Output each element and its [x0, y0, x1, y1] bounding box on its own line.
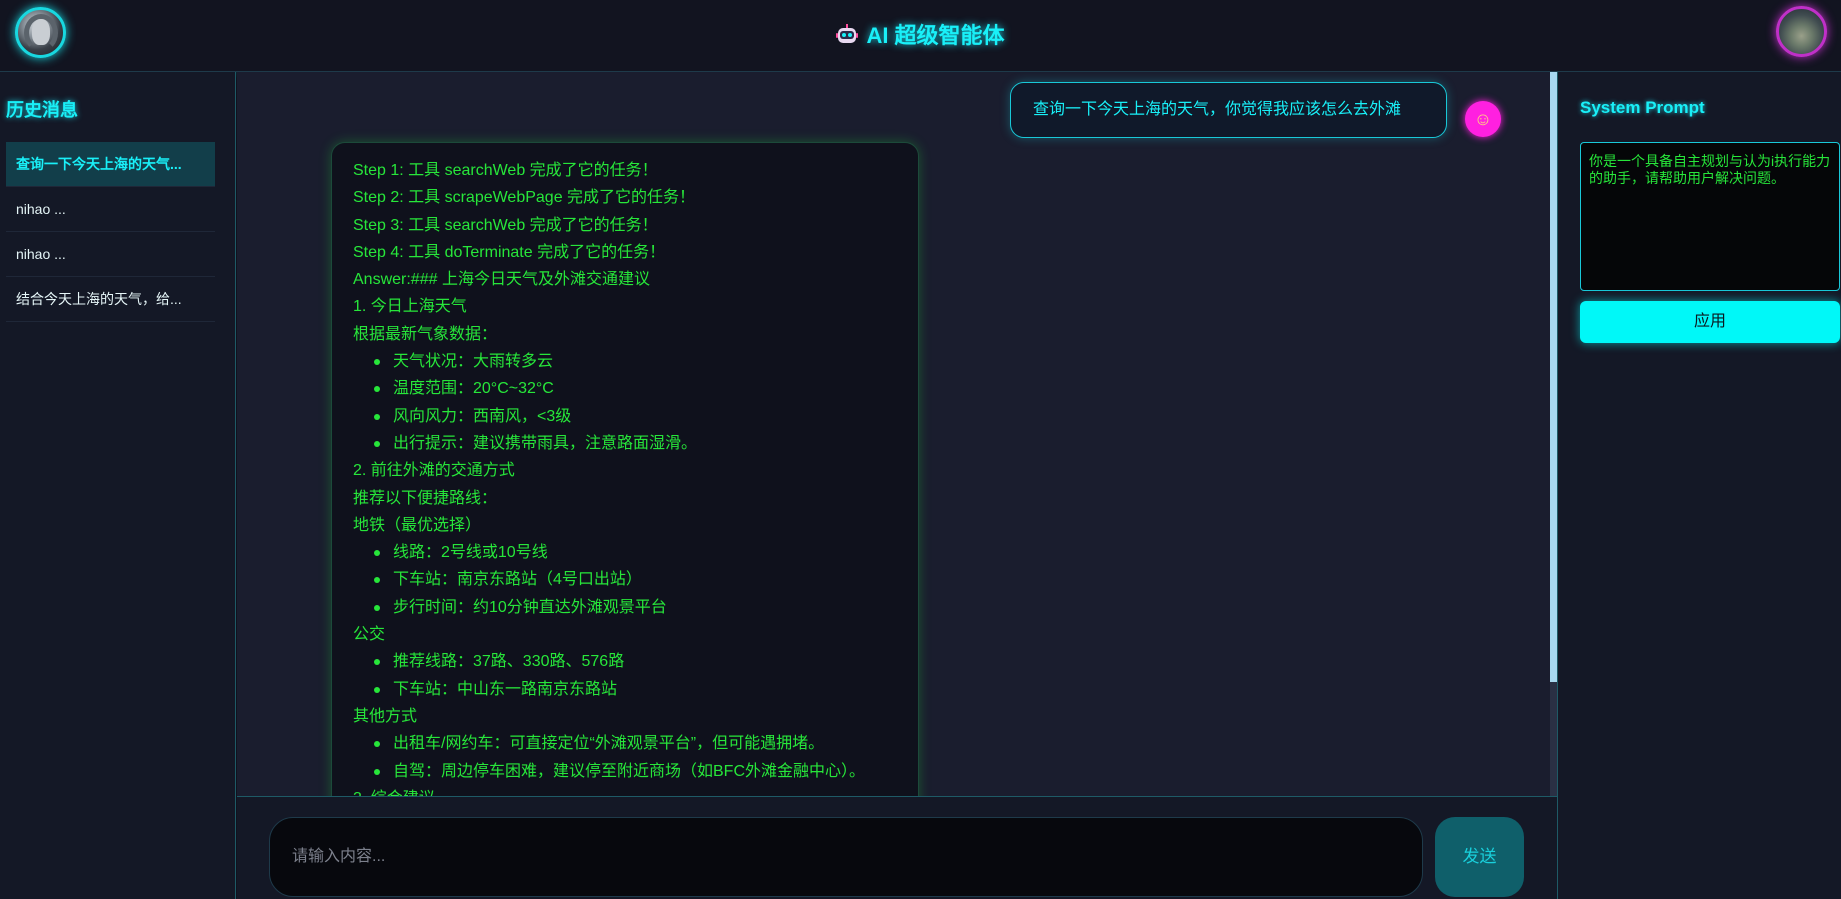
bot-text-line: 其他方式	[353, 707, 418, 725]
bot-text-line: 根据最新气象数据：	[353, 325, 498, 343]
bot-text-line: 1. 今日上海天气	[353, 298, 467, 316]
bot-text-line: 推荐以下便捷路线：	[353, 489, 498, 507]
bot-list-item: 自驾：周边停车困难，建议停至附近商场（如BFC外滩金融中心）。	[353, 758, 918, 785]
apply-button[interactable]: 应用	[1580, 301, 1840, 343]
bot-list-item: 出租车/网约车：可直接定位“外滩观景平台”，但可能遇拥堵。	[353, 730, 918, 757]
chat-area: 查询一下今天上海的天气，你觉得我应该怎么去外滩 ☺ Step 1: 工具 sea…	[237, 72, 1557, 796]
user-profile-avatar[interactable]	[1776, 6, 1827, 57]
user-avatar: ☺	[1465, 101, 1501, 137]
system-prompt-title: System Prompt	[1580, 98, 1705, 117]
history-item[interactable]: nihao ...	[6, 232, 215, 277]
history-item[interactable]: nihao ...	[6, 187, 215, 232]
bot-text-line: Step 4: 工具 doTerminate 完成了它的任务！	[353, 243, 666, 261]
history-list: 查询一下今天上海的天气... nihao ... nihao ... 结合今天上…	[6, 142, 215, 322]
history-sidebar: 历史消息 查询一下今天上海的天气... nihao ... nihao ... …	[0, 72, 236, 899]
bot-text-line: Step 2: 工具 scrapeWebPage 完成了它的任务！	[353, 189, 696, 207]
bot-list-item: 线路：2号线或10号线	[353, 539, 918, 566]
input-bar: 请输入内容... 发送	[237, 796, 1557, 899]
bot-list-item: 步行时间：约10分钟直达外滩观景平台	[353, 594, 918, 621]
user-message-bubble: 查询一下今天上海的天气，你觉得我应该怎么去外滩	[1010, 82, 1447, 138]
send-button[interactable]: 发送	[1435, 817, 1524, 897]
page-title: AI 超级智能体	[0, 18, 1841, 50]
history-item[interactable]: 查询一下今天上海的天气...	[6, 142, 215, 187]
bot-text-line: 2. 前往外滩的交通方式	[353, 462, 515, 480]
bot-list-item: 出行提示：建议携带雨具，注意路面湿滑。	[353, 430, 918, 457]
scrollbar-thumb[interactable]	[1550, 72, 1557, 682]
bot-list-item: 风向风力：西南风，<3级	[353, 403, 918, 430]
bot-text-line: 公交	[353, 626, 386, 644]
page-title-text: AI 超级智能体	[866, 23, 1005, 48]
bot-list-item: 下车站：中山东一路南京东路站	[353, 676, 918, 703]
bot-text-line: Step 1: 工具 searchWeb 完成了它的任务！	[353, 162, 658, 179]
bot-text-line: 地铁（最优选择）	[353, 516, 482, 534]
bot-list-item: 天气状况：大雨转多云	[353, 348, 918, 375]
chat-scrollbar[interactable]	[1550, 72, 1557, 796]
message-input[interactable]: 请输入内容...	[269, 817, 1423, 897]
bot-text-line: 3. 综合建议	[353, 785, 918, 796]
bot-list-item: 下车站：南京东路站（4号口出站）	[353, 566, 918, 593]
app-header: AI 超级智能体	[0, 0, 1841, 72]
robot-icon	[836, 24, 859, 43]
bot-text-line: Answer:### 上海今日天气及外滩交通建议	[353, 271, 650, 289]
sidebar-title: 历史消息	[6, 100, 78, 120]
bot-message-bubble: Step 1: 工具 searchWeb 完成了它的任务！ Step 2: 工具 …	[331, 142, 919, 796]
bot-text-line: Step 3: 工具 searchWeb 完成了它的任务！	[353, 216, 658, 234]
system-prompt-panel: System Prompt 你是一个具备自主规划与认为i执行能力的助手，请帮助用…	[1557, 72, 1841, 899]
history-item[interactable]: 结合今天上海的天气，给...	[6, 277, 215, 322]
bot-list-item: 推荐线路：37路、330路、576路	[353, 648, 918, 675]
bot-list-item: 温度范围：20°C~32°C	[353, 375, 918, 402]
system-prompt-textarea[interactable]: 你是一个具备自主规划与认为i执行能力的助手，请帮助用户解决问题。	[1580, 142, 1840, 291]
